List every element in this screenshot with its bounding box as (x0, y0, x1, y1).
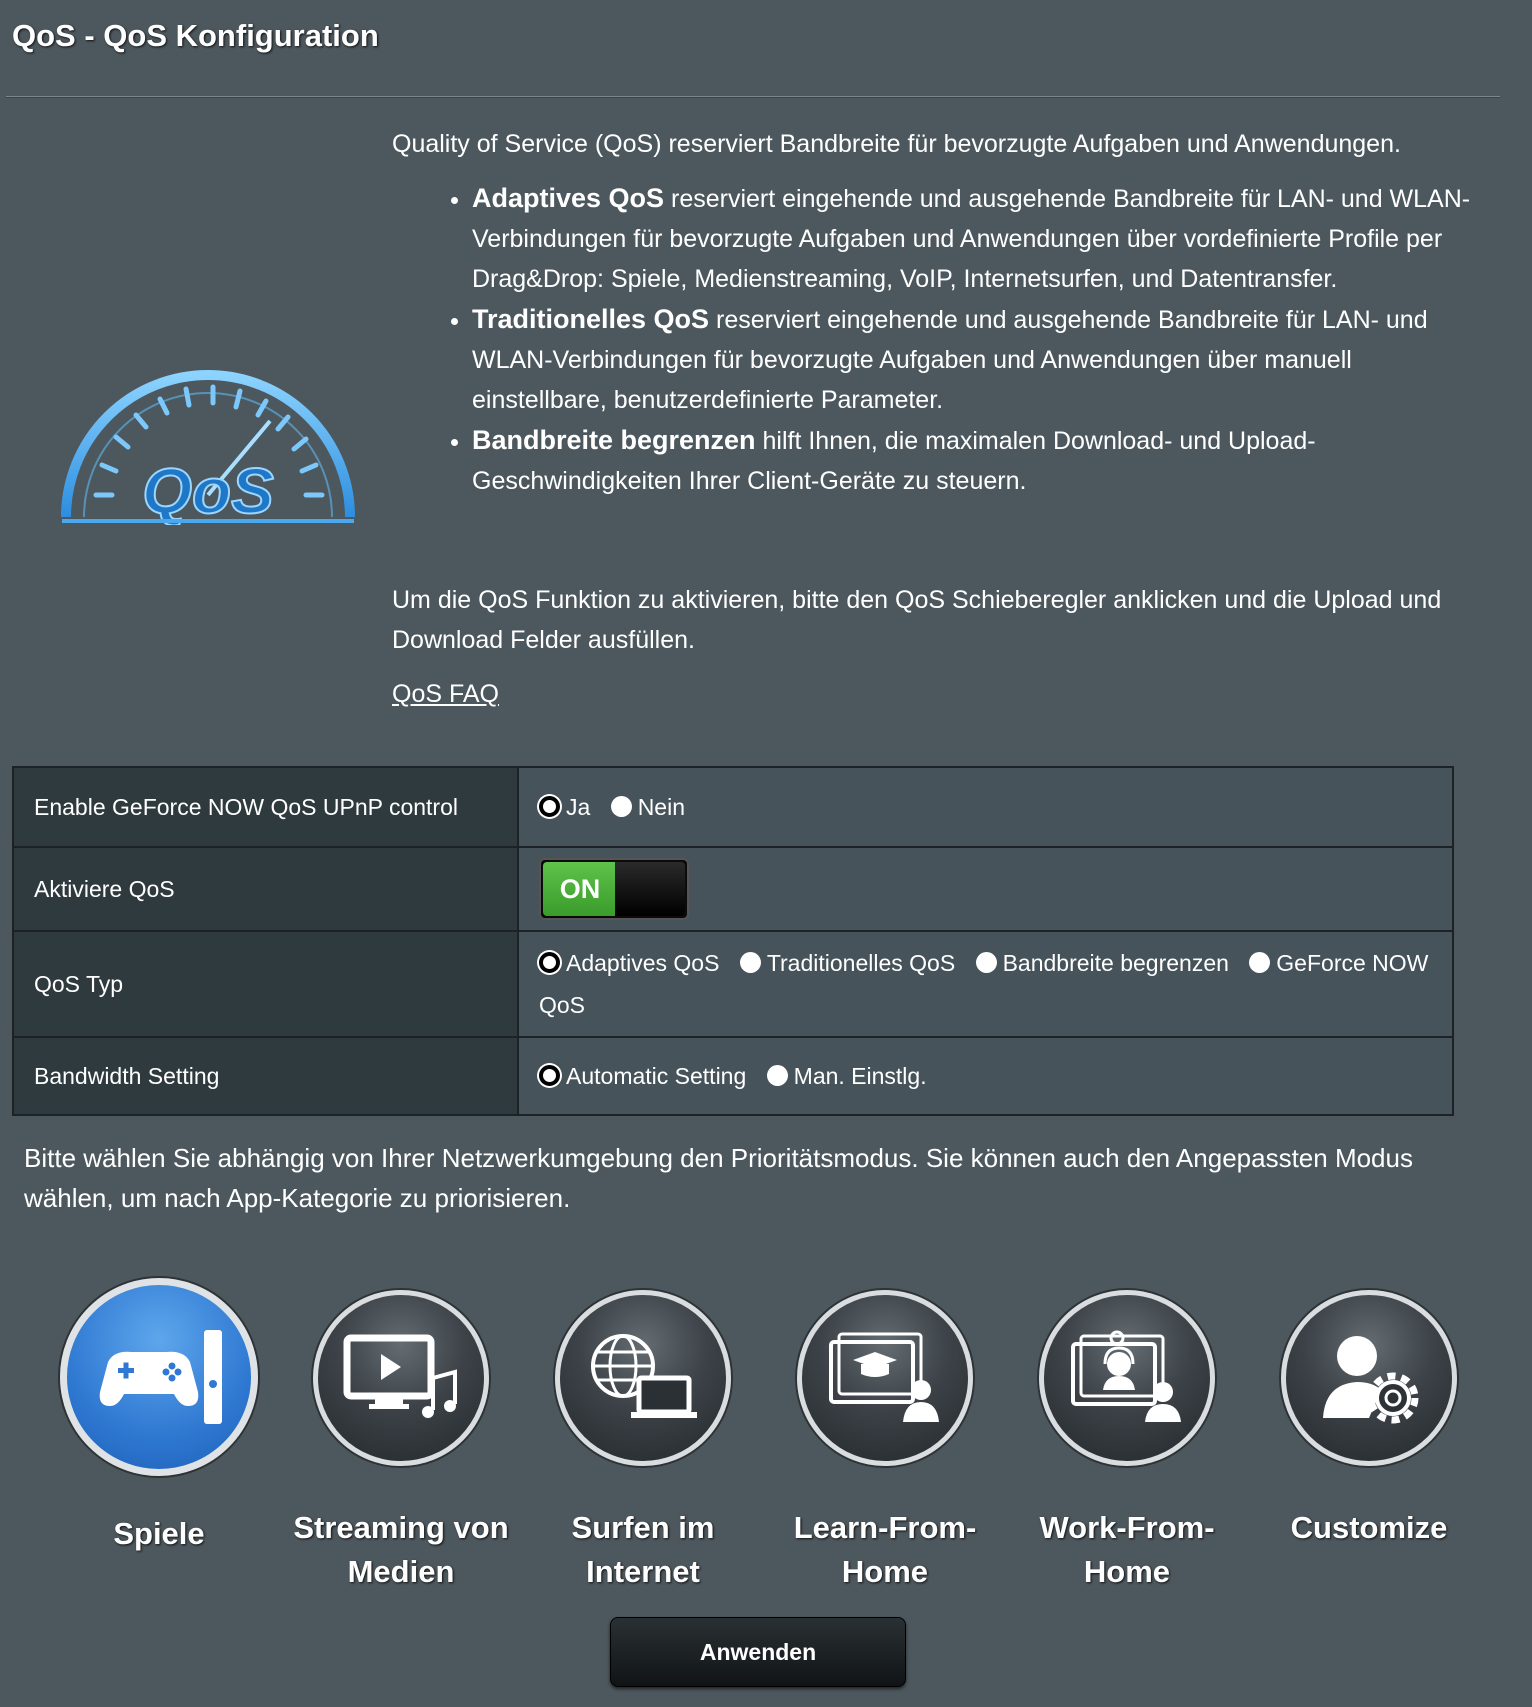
toggle-on-label: ON (543, 862, 617, 916)
qos-type-options: Adaptives QoS Traditionelles QoS Bandbre… (517, 930, 1454, 1038)
mode-work-from-home-label: Work-From- Home (1039, 1510, 1215, 1589)
radio-icon (739, 952, 761, 973)
table-row: QoS Typ Adaptives QoS Traditionelles QoS… (12, 930, 1454, 1038)
bandwidth-setting-options: Automatic Setting Man. Einstlg. (517, 1036, 1454, 1116)
title-divider (6, 96, 1500, 98)
geforce-upnp-ja-radio[interactable]: Ja (539, 786, 590, 828)
qos-description: Quality of Service (QoS) reserviert Band… (392, 124, 1472, 501)
toggle-knob (615, 862, 685, 916)
adaptive-qos-radio[interactable]: Adaptives QoS (539, 942, 719, 984)
apply-button[interactable]: Anwenden (610, 1617, 906, 1687)
mode-web-surfing-button[interactable] (555, 1290, 731, 1466)
radio-selected-icon (539, 1065, 560, 1086)
table-row: Enable GeForce NOW QoS UPnP control Ja N… (12, 766, 1454, 848)
mode-customize-button[interactable] (1281, 1290, 1457, 1466)
traditional-qos-radio[interactable]: Traditionelles QoS (739, 942, 955, 984)
automatic-setting-radio[interactable]: Automatic Setting (539, 1055, 746, 1097)
bandwidth-setting-label: Bandwidth Setting (12, 1036, 519, 1116)
table-row: Aktiviere QoS ON (12, 846, 1454, 932)
mode-media-streaming[interactable]: Streaming von Medien (286, 1290, 516, 1594)
qos-speedometer-logo: QoS (61, 370, 355, 525)
priority-mode-description: Bitte wählen Sie abhängig von Ihrer Netz… (24, 1143, 1413, 1213)
media-streaming-icon (343, 1334, 457, 1418)
mode-web-surfing-label: Surfen im Internet (571, 1510, 715, 1589)
logo-text: QoS (142, 455, 274, 525)
radio-icon (610, 796, 632, 817)
radio-selected-icon (539, 952, 560, 973)
geforce-upnp-options: Ja Nein (517, 766, 1454, 848)
mode-customize-label: Customize (1290, 1510, 1448, 1545)
radio-icon (975, 952, 997, 973)
bullet-term: Bandbreite begrenzen (472, 425, 756, 455)
web-surfing-icon (591, 1334, 697, 1418)
gamepad-icon (99, 1330, 222, 1424)
geforce-upnp-nein-radio[interactable]: Nein (610, 786, 685, 828)
radio-icon (1249, 952, 1271, 973)
geforce-upnp-label: Enable GeForce NOW QoS UPnP control (12, 766, 519, 848)
bullet-term: Adaptives QoS (472, 183, 665, 213)
mode-games-button[interactable] (60, 1278, 258, 1476)
mode-work-from-home[interactable]: Work-From- Home (1012, 1290, 1242, 1594)
list-item: Adaptives QoS reserviert eingehende und … (472, 178, 1472, 299)
mode-games[interactable]: Spiele (44, 1278, 274, 1556)
mode-media-streaming-label: Streaming von Medien (293, 1510, 509, 1589)
manual-setting-radio[interactable]: Man. Einstlg. (766, 1055, 927, 1097)
radio-icon (766, 1065, 788, 1086)
page-title: QoS - QoS Konfiguration (12, 18, 379, 53)
list-item: Traditionelles QoS reserviert eingehende… (472, 299, 1472, 420)
qos-type-label: QoS Typ (12, 930, 519, 1038)
bandwidth-limiter-radio[interactable]: Bandbreite begrenzen (975, 942, 1229, 984)
enable-qos-toggle[interactable]: ON (539, 858, 689, 920)
enable-qos-label: Aktiviere QoS (12, 846, 519, 932)
mode-work-from-home-button[interactable] (1039, 1290, 1215, 1466)
activation-note: Um die QoS Funktion zu aktivieren, bitte… (392, 586, 1442, 654)
mode-learn-from-home[interactable]: Learn-From- Home (770, 1290, 1000, 1594)
mode-media-streaming-button[interactable] (313, 1290, 489, 1466)
work-from-home-icon (1071, 1330, 1181, 1422)
mode-learn-from-home-button[interactable] (797, 1290, 973, 1466)
mode-web-surfing[interactable]: Surfen im Internet (528, 1290, 758, 1594)
mode-games-label: Spiele (113, 1516, 205, 1551)
intro-lead: Quality of Service (QoS) reserviert Band… (392, 130, 1401, 158)
mode-learn-from-home-label: Learn-From- Home (793, 1510, 977, 1589)
table-row: Bandwidth Setting Automatic Setting Man.… (12, 1036, 1454, 1116)
qos-type-list: Adaptives QoS reserviert eingehende und … (392, 178, 1472, 501)
qos-faq-link[interactable]: QoS FAQ (392, 680, 499, 709)
radio-selected-icon (539, 796, 560, 817)
list-item: Bandbreite begrenzen hilft Ihnen, die ma… (472, 420, 1472, 501)
customize-icon (1323, 1336, 1419, 1424)
learn-from-home-icon (829, 1332, 939, 1422)
bullet-term: Traditionelles QoS (472, 304, 710, 334)
qos-settings-table: Enable GeForce NOW QoS UPnP control Ja N… (12, 766, 1454, 1116)
mode-customize[interactable]: Customize (1254, 1290, 1484, 1550)
